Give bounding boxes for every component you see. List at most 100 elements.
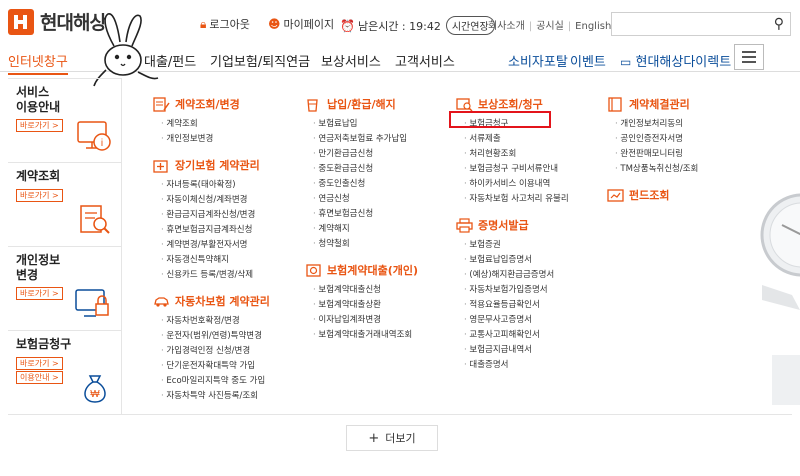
rabbit-mascot-icon <box>93 13 159 87</box>
hamburger-menu-button[interactable] <box>734 44 764 70</box>
menu-link[interactable]: 대출증명서 <box>464 358 569 373</box>
menu-link[interactable]: TM상품녹취신청/조회 <box>615 162 698 177</box>
money-bag-icon: ₩ <box>84 375 106 403</box>
nav-consumer-portal[interactable]: 소비자포탈 <box>508 51 568 70</box>
menu-link[interactable]: 하이카서비스 이용내역 <box>464 177 569 192</box>
disclosure-link[interactable]: 공시실 <box>536 21 564 32</box>
logout-link[interactable]: 🔒︎ 로그아웃 <box>200 16 250 32</box>
section-head-long-term[interactable]: 장기보험 계약관리 <box>153 157 270 173</box>
menu-link[interactable]: 처리현황조회 <box>464 147 569 162</box>
nav-internet-window[interactable]: 인터넷창구 <box>8 51 68 75</box>
side-item-service-guide[interactable]: 서비스 이용안내 바로가기 > i <box>8 79 122 163</box>
menu-link[interactable]: 계약조회 <box>161 117 270 132</box>
side-quick-menu: 서비스 이용안내 바로가기 > i 계약조회 바로가기 > 개인정보 변경 바로가기… <box>8 78 122 415</box>
menu-link[interactable]: 보험금지급내역서 <box>464 343 569 358</box>
menu-link[interactable]: 만기환급금신청 <box>313 147 418 162</box>
menu-link[interactable]: 가입경력인정 신청/변경 <box>161 344 270 359</box>
menu-link[interactable]: 자동이체신청/계좌변경 <box>161 193 270 208</box>
search-icon[interactable]: ⚲ <box>774 16 784 32</box>
coins-icon <box>306 263 321 277</box>
monitor-lock-icon <box>75 289 109 317</box>
nav-customer-service[interactable]: 고객서비스 <box>395 51 455 70</box>
menu-link[interactable]: 자동차번호확정/변경 <box>161 314 270 329</box>
menu-link[interactable]: 이자납입계좌변경 <box>313 313 418 328</box>
menu-link[interactable]: 자동차보험 사고처리 유불리 <box>464 192 568 207</box>
section-head-certificates[interactable]: 증명서발급 <box>456 217 569 233</box>
menu-link[interactable]: 청약철회 <box>313 237 418 252</box>
menu-link[interactable]: 적용요율등급확인서 <box>464 298 569 313</box>
section-head-contract-inquiry[interactable]: 계약조회/변경 <box>153 96 270 112</box>
nav-event[interactable]: 이벤트 <box>570 51 606 70</box>
document-search-icon <box>80 205 110 234</box>
menu-link[interactable]: 연금저축보험료 추가납입 <box>313 132 418 147</box>
menu-link[interactable]: 중도인출신청 <box>313 177 418 192</box>
menu-link[interactable]: 교통사고피해확인서 <box>464 328 569 343</box>
nav-corporate-pension[interactable]: 기업보험/퇴직연금 <box>210 51 310 70</box>
chart-board-icon <box>607 188 624 202</box>
svg-text:₩: ₩ <box>90 389 100 400</box>
side-item-personal-info[interactable]: 개인정보 변경 바로가기 > <box>8 247 122 331</box>
menu-link[interactable]: 휴면보험금지급계좌신청 <box>161 223 270 238</box>
monitor-info-icon: i <box>77 121 111 151</box>
person-icon: ☻ <box>268 17 281 31</box>
menu-link[interactable]: 자녀등록(태아확정) <box>161 178 270 193</box>
section-head-claims[interactable]: 보상조회/청구 <box>456 96 569 112</box>
document-plus-icon <box>153 159 168 173</box>
menu-link[interactable]: 휴면보험금신청 <box>313 207 418 222</box>
menu-link[interactable]: 보험계약대출거래내역조회 <box>313 328 418 343</box>
guide-button[interactable]: 이용안내 > <box>16 371 63 384</box>
logo-mark-icon <box>8 8 34 35</box>
menu-link[interactable]: 계약해지 <box>313 222 418 237</box>
menu-column-payments: 납입/환급/해지 보험료납입 연금저축보험료 추가납입 만기환급금신청 중도환급… <box>305 96 418 353</box>
go-button[interactable]: 바로가기 > <box>16 119 63 132</box>
menu-column-claims: 보상조회/청구 보험금청구 서류제출 처리현황조회 보험금청구 구비서류안내 하… <box>456 96 569 383</box>
company-link[interactable]: 회사소개 <box>488 21 525 32</box>
section-head-auto[interactable]: 자동차보험 계약관리 <box>153 293 270 309</box>
menu-link[interactable]: 보험료납입증명서 <box>464 253 569 268</box>
menu-link[interactable]: 중도환급금신청 <box>313 162 418 177</box>
english-link[interactable]: English <box>575 21 611 32</box>
menu-link[interactable]: 연금신청 <box>313 192 418 207</box>
search-input[interactable]: ⚲ <box>611 12 791 36</box>
menu-column-contracts: 계약조회/변경 계약조회 개인정보변경 장기보험 계약관리 자녀등록(태아확정)… <box>153 96 270 414</box>
menu-link[interactable]: 운전자(범위/연령)특약변경 <box>161 329 270 344</box>
menu-link[interactable]: 계약변경/부활전자서명 <box>161 238 270 253</box>
menu-link[interactable]: 단기운전자확대특약 가입 <box>161 359 270 374</box>
menu-link[interactable]: 완전판매모니터링 <box>615 147 698 162</box>
book-icon <box>608 96 622 112</box>
section-head-contract-mgmt[interactable]: 계약체결관리 <box>607 96 698 112</box>
menu-link[interactable]: 보험증권 <box>464 238 569 253</box>
menu-link[interactable]: 개인정보변경 <box>161 132 270 147</box>
side-item-contract-inquiry[interactable]: 계약조회 바로가기 > <box>8 163 122 247</box>
menu-link[interactable]: Eco마일리지특약 중도 가입 <box>161 374 270 389</box>
menu-link[interactable]: 자동갱신특약해지 <box>161 253 270 268</box>
menu-link[interactable]: (예상)해지환급금증명서 <box>464 268 569 283</box>
menu-link[interactable]: 보험계약대출신청 <box>313 283 418 298</box>
nav-direct[interactable]: ▭ 현대해상다이렉트 <box>620 51 731 70</box>
car-icon <box>154 296 169 307</box>
menu-link[interactable]: 공인인증전자서명 <box>615 132 698 147</box>
menu-link[interactable]: 신용카드 등록/변경/삭제 <box>161 268 270 283</box>
util-links: 회사소개 | 공시실 | English <box>488 21 612 32</box>
menu-link[interactable]: 영문무사고증명서 <box>464 313 569 328</box>
menu-link[interactable]: 서류제출 <box>464 132 569 147</box>
menu-link[interactable]: 보험계약대출상환 <box>313 298 418 313</box>
menu-link[interactable]: 환급금지급계좌신청/변경 <box>161 208 270 223</box>
menu-link[interactable]: 자동차보험가입증명서 <box>464 283 569 298</box>
menu-link[interactable]: 보험료납입 <box>313 117 418 132</box>
go-button[interactable]: 바로가기 > <box>16 357 63 370</box>
menu-link[interactable]: 자동차특약 사진등록/조회 <box>161 389 270 404</box>
section-head-payment[interactable]: 납입/환급/해지 <box>305 96 418 112</box>
section-head-policy-loan[interactable]: 보험계약대출(개인) <box>305 262 418 278</box>
more-button[interactable]: + 더보기 <box>346 425 438 451</box>
side-item-claims[interactable]: 보험금청구 바로가기 > 이용안내 > ₩ <box>8 331 122 415</box>
mypage-link[interactable]: ☻ 마이페이지 <box>268 16 334 32</box>
go-button[interactable]: 바로가기 > <box>16 189 63 202</box>
nav-claims-service[interactable]: 보상서비스 <box>321 51 381 70</box>
menu-link[interactable]: 보험금청구 구비서류안내 <box>464 162 569 177</box>
go-button[interactable]: 바로가기 > <box>16 287 63 300</box>
menu-link[interactable]: 개인정보처리동의 <box>615 117 698 132</box>
printer-icon <box>456 217 473 233</box>
menu-column-management: 계약체결관리 개인정보처리동의 공인인증전자서명 완전판매모니터링 TM상품녹취… <box>607 96 698 203</box>
section-head-fund[interactable]: 펀드조회 <box>607 187 698 203</box>
